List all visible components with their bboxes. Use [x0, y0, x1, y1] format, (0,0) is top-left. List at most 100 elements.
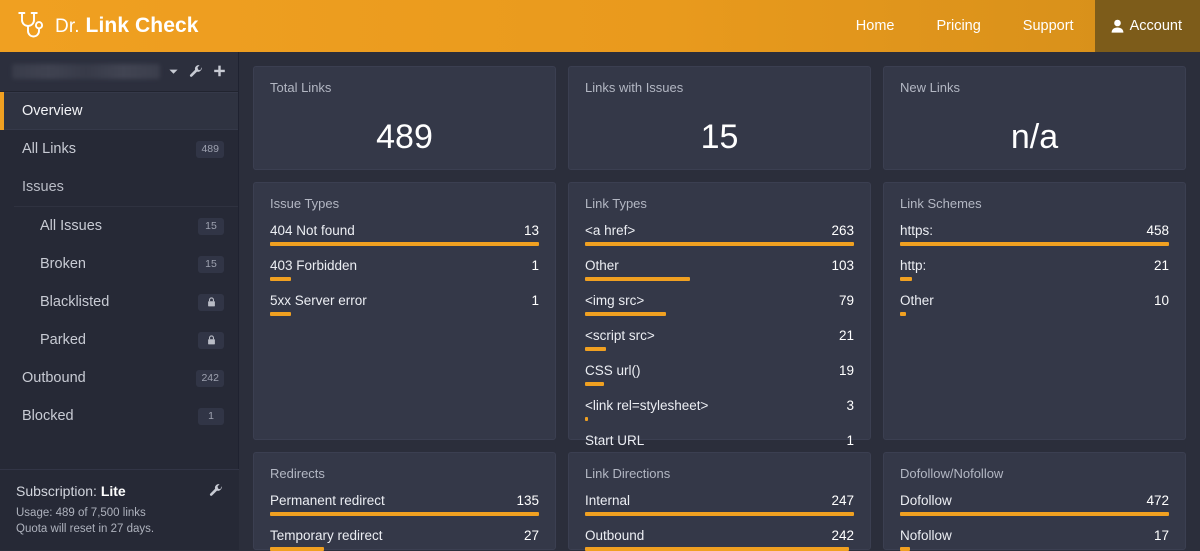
bar-row[interactable]: CSS url() 19 [585, 363, 854, 386]
nav-account[interactable]: Account [1094, 0, 1200, 52]
bar-row[interactable]: Outbound 242 [585, 528, 854, 551]
bar-row[interactable]: Other 10 [900, 293, 1169, 316]
bar-fill [270, 547, 324, 551]
chevron-down-icon[interactable] [168, 66, 179, 77]
bar-value: 247 [831, 493, 854, 508]
nav-support[interactable]: Support [1002, 0, 1095, 52]
bar-row[interactable]: http: 21 [900, 258, 1169, 281]
subscription-quota: Quota will reset in 27 days. [16, 523, 155, 536]
nav-pricing[interactable]: Pricing [915, 0, 1001, 52]
bar-value: 1 [846, 433, 854, 448]
card-title: Link Schemes [900, 196, 982, 211]
bar-value: 13 [523, 223, 539, 238]
card-title: Redirects [270, 466, 325, 481]
bar-list: Dofollow 472 Nofollow 17 [900, 493, 1169, 551]
brand-name: Link Check [85, 14, 199, 37]
status-badge: 15 [198, 217, 224, 235]
bar-track [585, 547, 854, 551]
nav-home[interactable]: Home [835, 0, 916, 52]
bar-row-header: <a href> 263 [585, 223, 854, 238]
brand-title: Dr. Link Check [55, 14, 199, 38]
bar-row[interactable]: Temporary redirect 27 [270, 528, 539, 551]
bar-row[interactable]: <link rel=stylesheet> 3 [585, 398, 854, 421]
sidebar-item-label: Blocked [22, 408, 74, 424]
sidebar-item-overview[interactable]: Overview [0, 92, 238, 130]
bar-value: 17 [1153, 528, 1169, 543]
project-selector[interactable] [0, 52, 238, 92]
bar-label: Nofollow [900, 528, 952, 543]
top-header: Dr. Link Check Home Pricing Support Acco… [0, 0, 1200, 52]
sidebar: Overview All Links 489 Issues All Issues… [0, 52, 239, 550]
bar-track [900, 277, 1169, 281]
card-title: Links with Issues [585, 80, 684, 95]
status-badge: 242 [196, 369, 224, 387]
bar-row[interactable]: <a href> 263 [585, 223, 854, 246]
bar-row-header: Start URL 1 [585, 433, 854, 448]
bar-fill [585, 547, 849, 551]
wrench-icon[interactable] [209, 484, 223, 498]
bar-row[interactable]: Dofollow 472 [900, 493, 1169, 516]
lock-icon [198, 293, 224, 311]
bar-row-header: 403 Forbidden 1 [270, 258, 539, 273]
bar-label: Other [585, 258, 619, 273]
bar-track [585, 382, 854, 386]
bar-track [585, 277, 854, 281]
bar-label: https: [900, 223, 934, 238]
status-badge: 489 [196, 140, 224, 158]
bar-row[interactable]: Permanent redirect 135 [270, 493, 539, 516]
bar-track [270, 312, 539, 316]
bar-fill [900, 512, 1169, 516]
sidebar-item-label: Parked [40, 332, 86, 348]
sidebar-item-label: Outbound [22, 370, 86, 386]
bar-row[interactable]: <script src> 21 [585, 328, 854, 351]
sidebar-item-all-issues[interactable]: All Issues 15 [0, 207, 238, 245]
bar-row-header: 5xx Server error 1 [270, 293, 539, 308]
brand-prefix: Dr. [55, 16, 80, 37]
bar-track [270, 242, 539, 246]
card-title: Total Links [270, 80, 332, 95]
sidebar-item-all-links[interactable]: All Links 489 [0, 130, 238, 168]
bar-row-header: Permanent redirect 135 [270, 493, 539, 508]
bar-row-header: Outbound 242 [585, 528, 854, 543]
bar-list: 404 Not found 13 403 Forbidden 1 5xx Server … [270, 223, 539, 316]
bar-label: <link rel=stylesheet> [585, 398, 709, 413]
project-name-redacted [12, 64, 160, 79]
bar-label: Outbound [585, 528, 645, 543]
bar-fill [900, 312, 906, 316]
bar-row[interactable]: 403 Forbidden 1 [270, 258, 539, 281]
bar-row-header: http: 21 [900, 258, 1169, 273]
chart-cards-row-2: Redirects Permanent redirect 135 Temporary… [253, 452, 1186, 551]
bar-label: Dofollow [900, 493, 952, 508]
bar-row[interactable]: https: 458 [900, 223, 1169, 246]
sidebar-item-blocked[interactable]: Blocked 1 [0, 397, 238, 435]
sidebar-item-issues[interactable]: Issues [0, 168, 238, 206]
bar-label: <img src> [585, 293, 645, 308]
sidebar-item-blacklisted[interactable]: Blacklisted [0, 283, 238, 321]
bar-row[interactable]: Internal 247 [585, 493, 854, 516]
bar-fill [270, 242, 539, 246]
status-badge: 15 [198, 255, 224, 273]
wrench-icon[interactable] [189, 64, 203, 79]
bar-row[interactable]: Other 103 [585, 258, 854, 281]
sidebar-item-parked[interactable]: Parked [0, 321, 238, 359]
bar-row[interactable]: <img src> 79 [585, 293, 854, 316]
card-title: Link Types [585, 196, 647, 211]
bar-value: 472 [1146, 493, 1169, 508]
chart-card-link-directions: Link Directions Internal 247 Outbound 242 [568, 452, 871, 551]
plus-icon[interactable] [213, 65, 226, 78]
bar-row[interactable]: 5xx Server error 1 [270, 293, 539, 316]
bar-row-header: Dofollow 472 [900, 493, 1169, 508]
bar-label: Other [900, 293, 934, 308]
card-title: New Links [900, 80, 960, 95]
bar-label: Temporary redirect [270, 528, 383, 543]
bar-row-header: CSS url() 19 [585, 363, 854, 378]
bar-fill [585, 277, 691, 281]
bar-row[interactable]: 404 Not found 13 [270, 223, 539, 246]
card-title: Issue Types [270, 196, 340, 211]
stat-value: 15 [700, 118, 739, 156]
sidebar-item-outbound[interactable]: Outbound 242 [0, 359, 238, 397]
bar-label: Internal [585, 493, 631, 508]
brand-logo[interactable]: Dr. Link Check [0, 10, 199, 42]
bar-row[interactable]: Nofollow 17 [900, 528, 1169, 551]
sidebar-item-broken[interactable]: Broken 15 [0, 245, 238, 283]
